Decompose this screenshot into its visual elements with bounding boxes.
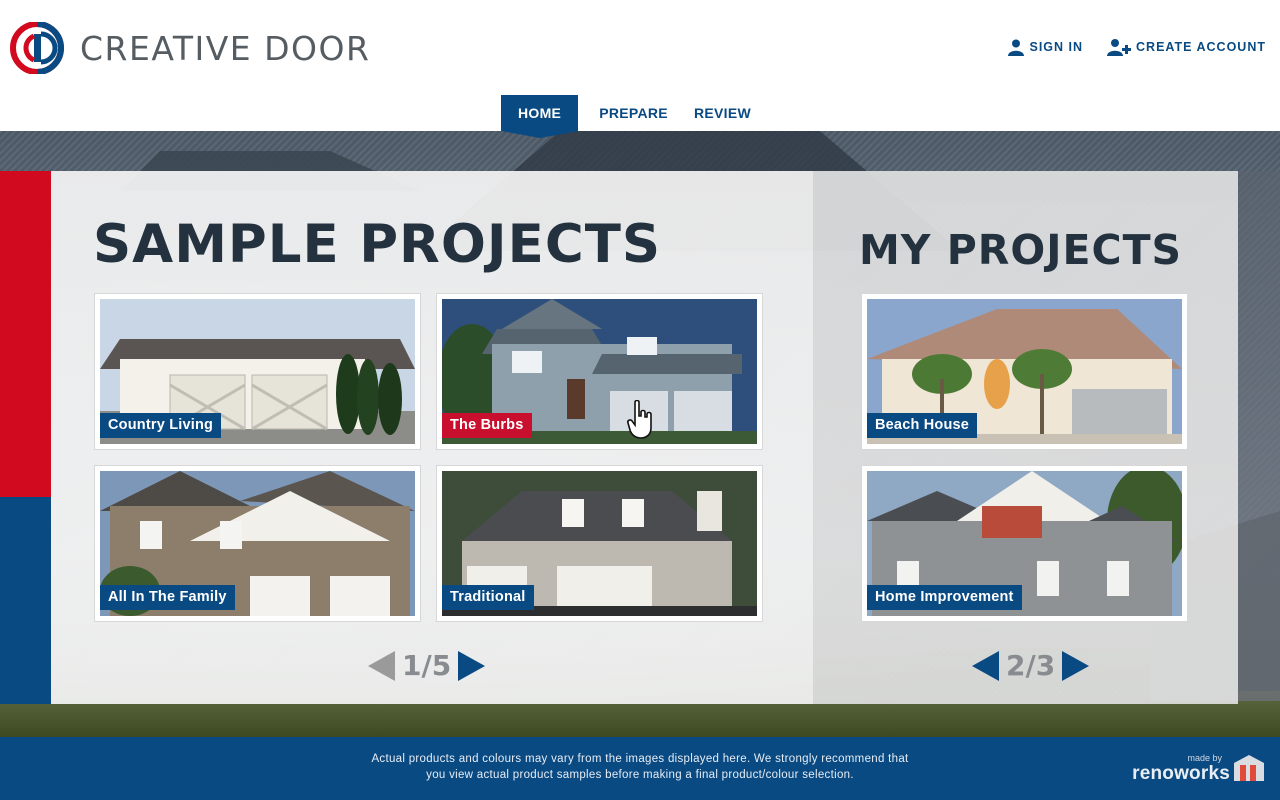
project-image: All In The Family xyxy=(100,471,415,616)
renoworks-wordmark: renoworks xyxy=(1132,763,1230,784)
brand-name: CREATIVE DOOR xyxy=(80,28,371,68)
create-account-link[interactable]: CREATE ACCOUNT xyxy=(1107,38,1266,56)
create-account-label: CREATE ACCOUNT xyxy=(1136,40,1266,54)
sample-projects-page-count: 1/5 xyxy=(402,649,452,682)
brand-logo[interactable]: CREATIVE DOOR xyxy=(10,22,370,74)
project-card-all-in-the-family[interactable]: All In The Family xyxy=(94,465,421,622)
header: CREATIVE DOOR SIGN IN CREATE ACCOUNT xyxy=(0,0,1280,95)
made-by-label: made by xyxy=(1187,753,1222,763)
my-projects-page-count: 2/3 xyxy=(1006,649,1056,682)
background-lawn xyxy=(0,701,1280,737)
project-card-the-burbs[interactable]: The Burbs xyxy=(436,293,763,450)
project-card-country-living[interactable]: Country Living xyxy=(94,293,421,450)
tab-review[interactable]: REVIEW xyxy=(689,95,772,131)
footer: Actual products and colours may vary fro… xyxy=(0,737,1280,800)
creative-door-logo-icon xyxy=(10,22,64,74)
disclaimer-line-2: you view actual product samples before m… xyxy=(426,769,854,781)
my-projects-title: MY PROJECTS xyxy=(859,226,1183,274)
project-image: Country Living xyxy=(100,299,415,444)
next-page-arrow-icon[interactable] xyxy=(458,650,486,681)
user-icon xyxy=(1008,39,1025,56)
project-card-beach-house[interactable]: Beach House xyxy=(861,293,1188,450)
sample-projects-pager: 1/5 xyxy=(368,649,486,682)
project-image: Beach House xyxy=(867,299,1182,444)
accent-bar-blue xyxy=(0,497,51,704)
disclaimer-line-1: Actual products and colours may vary fro… xyxy=(371,753,909,765)
tab-home[interactable]: HOME xyxy=(501,95,580,138)
renoworks-badge[interactable]: made by renoworks xyxy=(1132,753,1264,793)
project-image: Home Improvement xyxy=(867,471,1182,616)
sign-in-label: SIGN IN xyxy=(1029,40,1084,54)
project-label: All In The Family xyxy=(100,585,235,610)
project-image: The Burbs xyxy=(442,299,757,444)
account-links: SIGN IN CREATE ACCOUNT xyxy=(984,38,1266,56)
prev-page-arrow-icon[interactable] xyxy=(368,650,395,681)
sign-in-link[interactable]: SIGN IN xyxy=(1008,39,1083,56)
sample-projects-title: SAMPLE PROJECTS xyxy=(93,214,662,275)
project-image: Traditional xyxy=(442,471,757,616)
project-label: Country Living xyxy=(100,413,222,438)
tab-prepare[interactable]: PREPARE xyxy=(578,95,689,131)
project-label: Home Improvement xyxy=(867,585,1022,610)
accent-bar-red xyxy=(0,171,51,497)
prev-page-arrow-icon[interactable] xyxy=(972,650,999,681)
project-card-home-improvement[interactable]: Home Improvement xyxy=(861,465,1188,622)
project-label: Traditional xyxy=(442,585,534,610)
nav-tabs: HOME PREPARE REVIEW xyxy=(501,95,772,138)
next-page-arrow-icon[interactable] xyxy=(1062,650,1090,681)
project-card-traditional[interactable]: Traditional xyxy=(436,465,763,622)
renoworks-logo-icon xyxy=(1234,755,1264,781)
main-nav: HOME PREPARE REVIEW xyxy=(0,95,1280,138)
disclaimer-text: Actual products and colours may vary fro… xyxy=(340,751,940,783)
add-user-icon xyxy=(1107,39,1132,56)
project-label: Beach House xyxy=(867,413,978,438)
project-label: The Burbs xyxy=(442,413,532,438)
my-projects-pager: 2/3 xyxy=(972,649,1090,682)
